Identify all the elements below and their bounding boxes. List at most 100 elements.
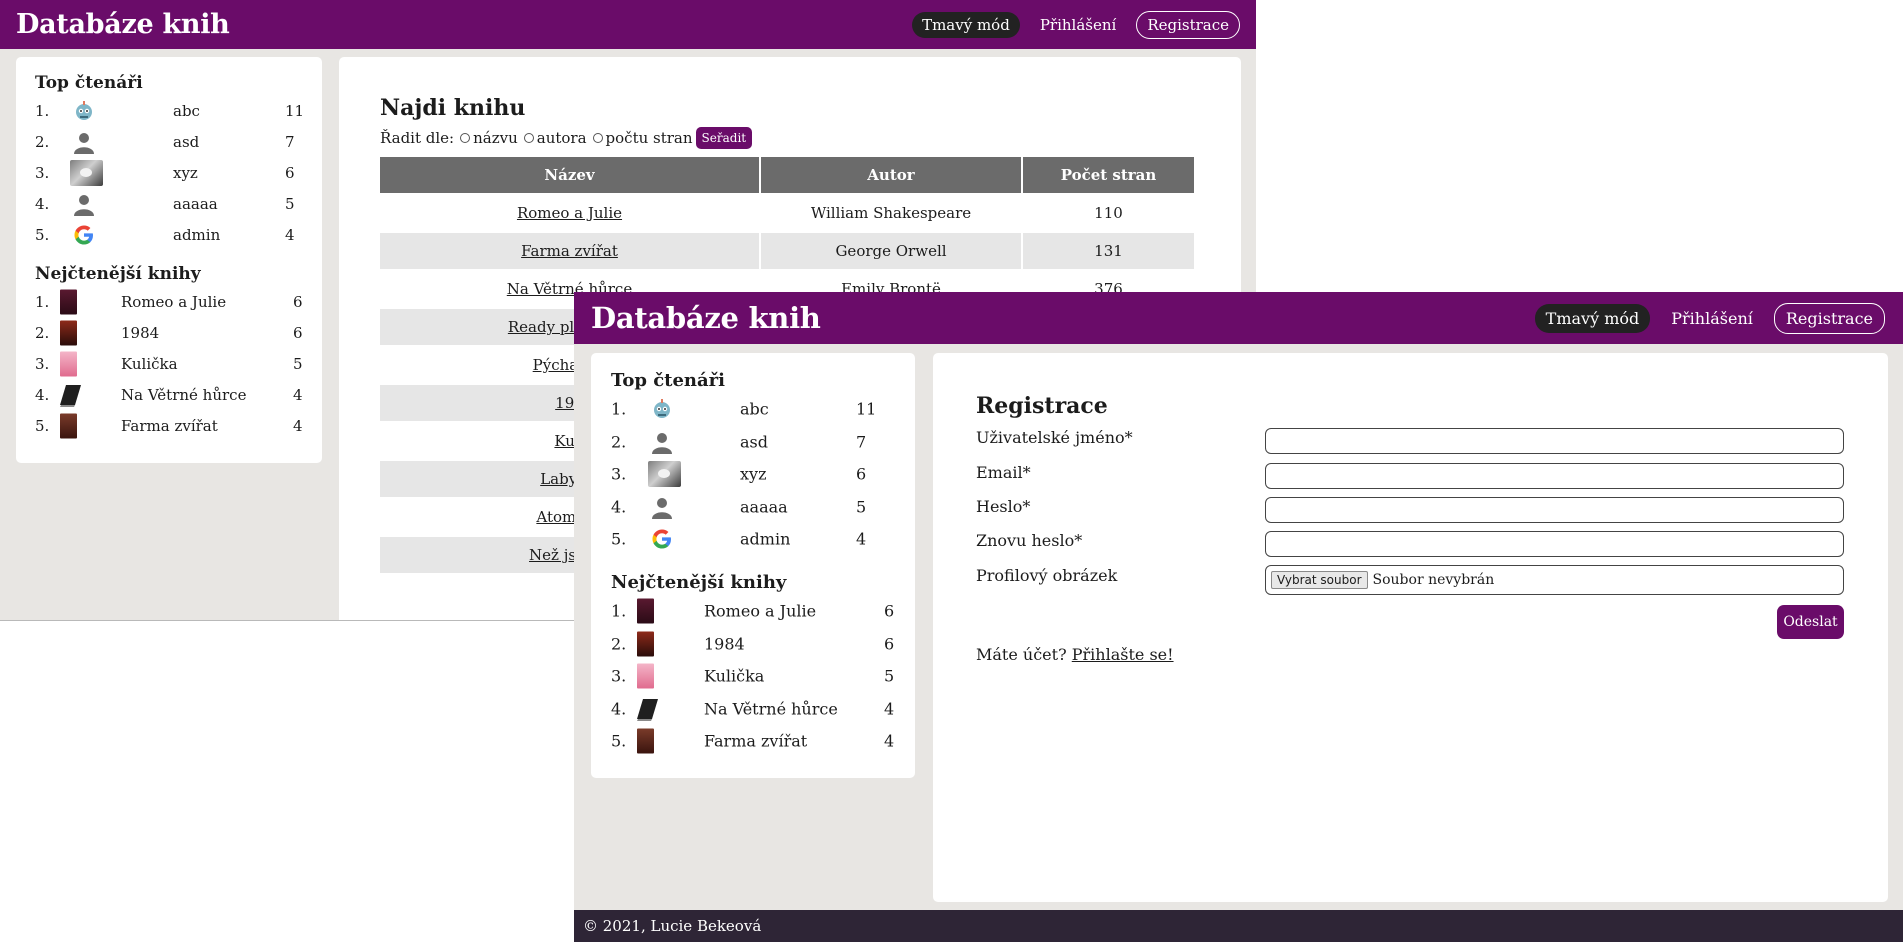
reader-name[interactable]: admin <box>173 226 220 244</box>
password-repeat-field[interactable] <box>1265 531 1844 557</box>
login-prompt-link[interactable]: Přihlašte se! <box>1072 645 1174 664</box>
book-count: 4 <box>884 731 895 751</box>
google-avatar-icon <box>652 529 671 549</box>
nav-menu: Tmavý mód Přihlášení Registrace <box>1534 302 1885 334</box>
book-title-link[interactable]: Farma zvířat <box>121 417 218 435</box>
sort-controls: Řadit dle: názvu autora počtu stran Seřa… <box>380 127 753 149</box>
book-row: 1. Romeo a Julie 6 <box>35 288 305 316</box>
reader-name[interactable]: aaaaa <box>173 195 218 213</box>
rank: 1. <box>35 293 50 311</box>
rank: 4. <box>611 699 627 719</box>
reader-count: 11 <box>856 399 877 419</box>
book-row: 3. Kulička 5 <box>35 350 305 378</box>
rank: 5. <box>35 417 50 435</box>
username-label: Uživatelské jméno* <box>976 428 1133 447</box>
reader-name[interactable]: xyz <box>173 164 198 182</box>
login-link[interactable]: Přihlášení <box>1660 304 1764 333</box>
rank: 2. <box>35 133 50 151</box>
reader-name[interactable]: abc <box>740 400 769 419</box>
robot-avatar-icon <box>76 101 92 120</box>
avatar-file-input[interactable]: Vybrat soubor Soubor nevybrán <box>1265 565 1844 595</box>
person-avatar-icon <box>74 195 94 216</box>
password-label: Heslo* <box>976 497 1031 516</box>
rank: 5. <box>611 731 627 751</box>
book-title-link[interactable]: Farma zvířat <box>380 233 759 269</box>
rank: 4. <box>35 386 50 404</box>
sort-button[interactable]: Seřadit <box>695 127 753 149</box>
sort-option-label: autora <box>536 129 587 147</box>
book-title-link[interactable]: 1984 <box>121 324 159 342</box>
1984-cover-image <box>60 320 77 346</box>
email-field[interactable] <box>1265 463 1844 489</box>
column-header-title[interactable]: Název <box>380 157 759 193</box>
dog-photo-avatar <box>648 461 681 487</box>
book-title-link[interactable]: Na Větrné hůrce <box>704 700 838 719</box>
book-count: 6 <box>293 293 303 311</box>
choose-file-button[interactable]: Vybrat soubor <box>1271 571 1368 589</box>
login-prompt: Máte účet? Přihlašte se! <box>976 645 1174 664</box>
sort-radio-author[interactable] <box>523 133 534 143</box>
book-title-link[interactable]: Kulička <box>121 355 178 373</box>
kulicka-cover-image <box>637 663 654 689</box>
reader-name[interactable]: xyz <box>740 465 767 484</box>
reader-name[interactable]: asd <box>740 433 768 452</box>
book-title-link[interactable]: Romeo a Julie <box>121 293 226 311</box>
rank: 1. <box>611 399 627 419</box>
sidebar: Top čtenáři 1. abc 11 2. asd 7 3. xyz 6 … <box>16 57 322 463</box>
rank: 1. <box>611 601 627 621</box>
book-title-link[interactable]: Farma zvířat <box>704 732 807 751</box>
site-logo[interactable]: Databáze knih <box>16 9 230 40</box>
register-heading: Registrace <box>976 393 1108 419</box>
reader-name[interactable]: aaaaa <box>740 498 788 517</box>
username-field[interactable] <box>1265 428 1844 454</box>
login-link[interactable]: Přihlášení <box>1030 12 1127 38</box>
rank: 2. <box>611 634 627 654</box>
sort-option-label: počtu stran <box>605 129 693 147</box>
password-field[interactable] <box>1265 497 1844 523</box>
reader-row: 5. admin 4 <box>35 221 305 249</box>
book-count: 4 <box>884 699 895 719</box>
book-icon <box>637 699 658 721</box>
book-row: 2. 1984 6 <box>611 630 901 658</box>
book-title-link[interactable]: Romeo a Julie <box>704 602 816 621</box>
reader-count: 5 <box>856 497 867 517</box>
reader-row: 2. asd 7 <box>35 128 305 156</box>
avatar-label: Profilový obrázek <box>976 566 1118 585</box>
reader-name[interactable]: abc <box>173 102 200 120</box>
book-count: 6 <box>884 601 895 621</box>
book-title-link[interactable]: 1984 <box>704 635 745 654</box>
book-title-link[interactable]: Kulička <box>704 667 764 686</box>
file-status: Soubor nevybrán <box>1372 572 1495 588</box>
sort-radio-pages[interactable] <box>592 133 603 143</box>
reader-name[interactable]: admin <box>740 530 790 549</box>
book-count: 5 <box>884 666 895 686</box>
column-header-author[interactable]: Autor <box>761 157 1021 193</box>
dark-mode-button[interactable]: Tmavý mód <box>912 11 1020 38</box>
register-button[interactable]: Registrace <box>1773 302 1885 334</box>
sort-radio-name[interactable] <box>460 133 471 143</box>
book-row: 5. Farma zvířat 4 <box>611 727 901 755</box>
register-button[interactable]: Registrace <box>1136 10 1240 39</box>
reader-count: 5 <box>285 195 295 213</box>
rank: 5. <box>611 529 627 549</box>
submit-button[interactable]: Odeslat <box>1777 605 1844 639</box>
book-row: 5. Farma zvířat 4 <box>35 412 305 440</box>
book-row: 1. Romeo a Julie 6 <box>611 597 901 625</box>
reader-row: 2. asd 7 <box>611 428 901 456</box>
rank: 5. <box>35 226 50 244</box>
rank: 1. <box>35 102 50 120</box>
dark-mode-button[interactable]: Tmavý mód <box>1534 303 1651 333</box>
site-logo[interactable]: Databáze knih <box>591 301 821 335</box>
register-page-window: Databáze knih Tmavý mód Přihlášení Regis… <box>574 292 1903 942</box>
book-title-link[interactable]: Romeo a Julie <box>380 195 759 231</box>
reader-row: 4. aaaaa 5 <box>611 493 901 521</box>
column-header-pages[interactable]: Počet stran <box>1023 157 1194 193</box>
reader-count: 4 <box>285 226 295 244</box>
reader-count: 7 <box>856 432 867 452</box>
top-readers-heading: Top čtenáři <box>35 73 143 93</box>
reader-name[interactable]: asd <box>173 133 199 151</box>
sort-option-label: názvu <box>473 129 518 147</box>
top-readers-heading: Top čtenáři <box>611 370 725 391</box>
book-title-link[interactable]: Na Větrné hůrce <box>121 386 246 404</box>
reader-row: 3. xyz 6 <box>611 460 901 488</box>
